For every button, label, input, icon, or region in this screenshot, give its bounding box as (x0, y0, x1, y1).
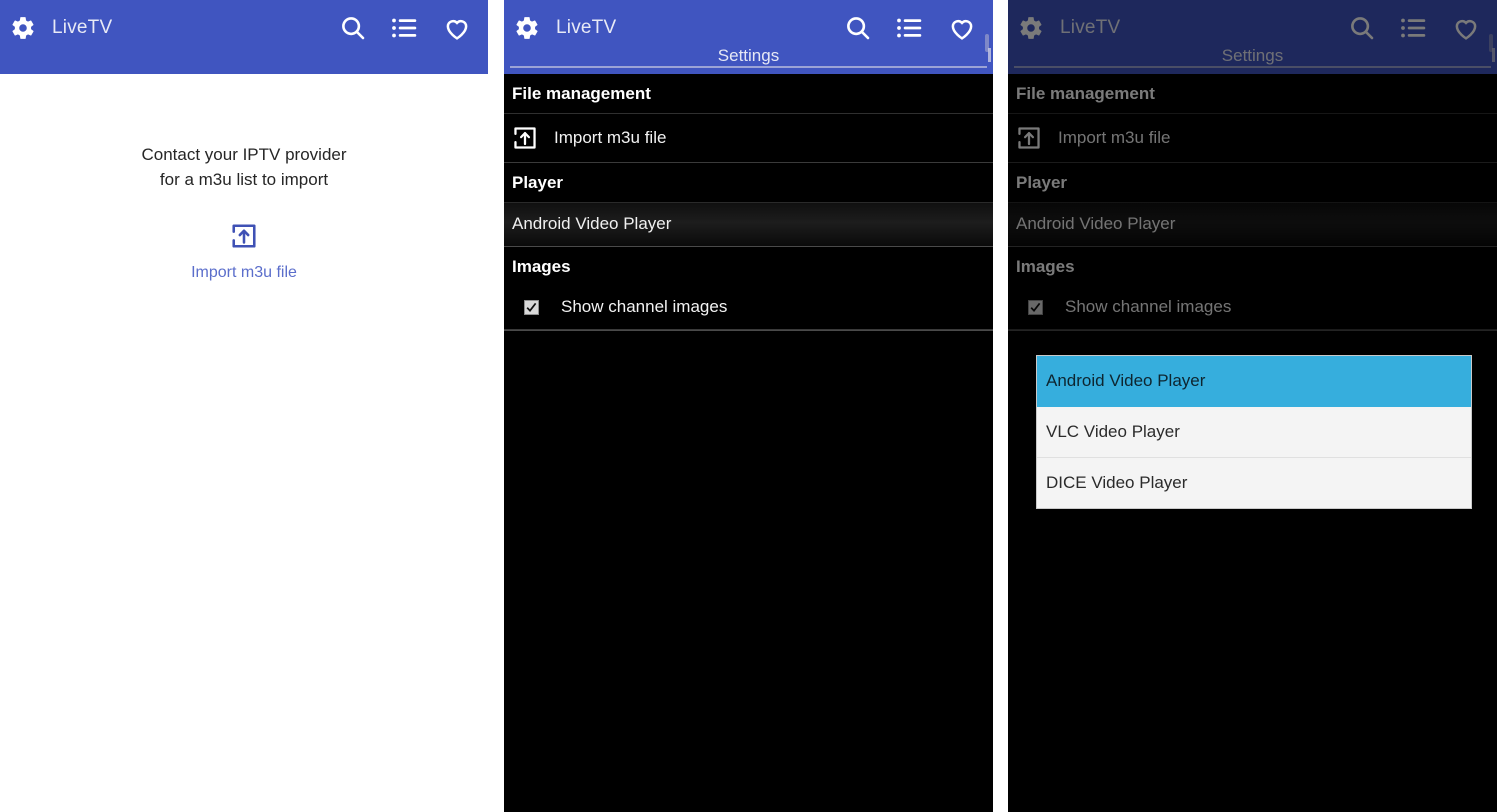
gear-icon[interactable] (1018, 15, 1044, 41)
settings-subtitle-caret (988, 48, 991, 62)
import-file-icon (1016, 125, 1058, 151)
hint-line-1: Contact your IPTV provider (141, 145, 347, 164)
section-header-player: Player (1008, 163, 1497, 202)
app-bar: LiveTV (1008, 0, 1497, 74)
section-header-file-management: File management (1008, 74, 1497, 114)
panel-settings: LiveTV Settings File management Import m… (504, 0, 993, 812)
dropdown-option-android-video-player[interactable]: Android Video Player (1037, 356, 1471, 407)
list-icon[interactable] (1399, 13, 1429, 43)
app-bar-left: LiveTV (1008, 6, 1120, 50)
settings-row-label: Show channel images (1065, 297, 1232, 316)
settings-row-label: Import m3u file (554, 128, 667, 147)
section-header-file-management: File management (504, 74, 993, 114)
section-header-images: Images (504, 247, 993, 286)
checkbox-checked-icon[interactable] (1028, 299, 1065, 315)
empty-state-hint: Contact your IPTV provider for a m3u lis… (141, 142, 346, 192)
dropdown-option-dice-video-player[interactable]: DICE Video Player (1037, 458, 1471, 508)
panel-settings-player-dialog: LiveTV Settings File management Import m… (1008, 0, 1497, 812)
settings-row-label: Import m3u file (1058, 128, 1171, 147)
import-file-icon (512, 125, 554, 151)
list-divider (504, 330, 993, 331)
app-bar-actions (338, 6, 488, 50)
search-icon[interactable] (843, 13, 873, 43)
screenshot-root: LiveTV Contact your IPTV provider for a … (0, 0, 1497, 812)
heart-icon[interactable] (1451, 13, 1481, 43)
heart-icon[interactable] (947, 13, 977, 43)
app-bar-actions (1347, 6, 1497, 50)
list-icon[interactable] (390, 13, 420, 43)
settings-list: File management Import m3u file Player A… (504, 74, 993, 812)
settings-subtitle-underline (1014, 66, 1491, 68)
app-bar-left: LiveTV (0, 6, 112, 50)
player-select-dropdown: Android Video Player VLC Video Player DI… (1036, 355, 1472, 509)
panel-gap-1 (488, 0, 504, 812)
settings-row-player-value[interactable]: Android Video Player (504, 202, 993, 247)
empty-state: Contact your IPTV provider for a m3u lis… (0, 74, 488, 812)
settings-row-show-channel-images[interactable]: Show channel images (504, 286, 993, 330)
search-icon[interactable] (338, 13, 368, 43)
app-title: LiveTV (556, 17, 617, 38)
settings-subtitle: Settings (1221, 46, 1284, 65)
checkbox-checked-icon[interactable] (524, 299, 561, 315)
app-bar: LiveTV (0, 0, 488, 74)
import-m3u-label: Import m3u file (191, 264, 297, 281)
settings-row-show-channel-images[interactable]: Show channel images (1008, 286, 1497, 330)
settings-subtitle-underline (510, 66, 987, 68)
section-header-images: Images (1008, 247, 1497, 286)
app-title: LiveTV (1060, 17, 1121, 38)
settings-subtitle-caret (1492, 48, 1495, 62)
search-icon[interactable] (1347, 13, 1377, 43)
app-bar: LiveTV (504, 0, 993, 74)
settings-row-player-value[interactable]: Android Video Player (1008, 202, 1497, 247)
import-file-icon (230, 222, 258, 250)
list-divider (1008, 330, 1497, 331)
settings-subtitle: Settings (717, 46, 780, 65)
panel-home: LiveTV Contact your IPTV provider for a … (0, 0, 488, 812)
settings-row-import-m3u[interactable]: Import m3u file (1008, 114, 1497, 163)
section-header-player: Player (504, 163, 993, 202)
import-m3u-button[interactable]: Import m3u file (191, 222, 297, 282)
list-icon[interactable] (895, 13, 925, 43)
heart-icon[interactable] (442, 13, 472, 43)
settings-row-label: Show channel images (561, 297, 728, 316)
hint-line-2: for a m3u list to import (159, 170, 329, 189)
dropdown-option-vlc-video-player[interactable]: VLC Video Player (1037, 407, 1471, 458)
gear-icon[interactable] (514, 15, 540, 41)
panel-gap-2 (993, 0, 1008, 812)
gear-icon[interactable] (10, 15, 36, 41)
settings-row-import-m3u[interactable]: Import m3u file (504, 114, 993, 163)
settings-subtitle-bar: Settings (1008, 46, 1497, 74)
app-title: LiveTV (52, 17, 113, 38)
app-bar-left: LiveTV (504, 6, 616, 50)
app-bar-actions (843, 6, 993, 50)
settings-subtitle-bar: Settings (504, 46, 993, 74)
